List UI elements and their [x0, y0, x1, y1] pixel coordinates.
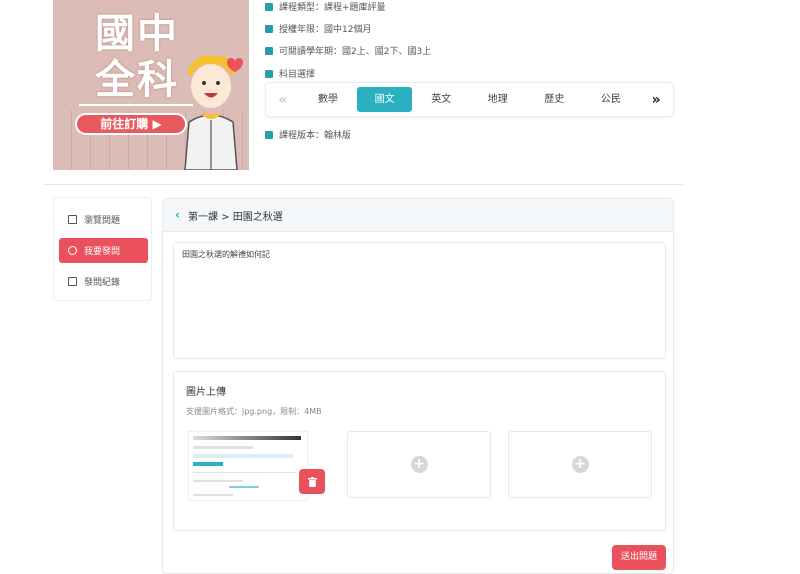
subject-select-row: 科目選擇 — [265, 67, 315, 80]
order-now-button[interactable]: 前往訂購 ▶ — [75, 113, 187, 135]
upload-title: 圖片上傳 — [186, 387, 226, 398]
readable-terms-text: 可閱讀學年期：國2上、國2下、國3上 — [279, 47, 432, 57]
add-image-icon: + — [410, 456, 428, 473]
trash-icon — [307, 477, 317, 487]
page: 國中 全科 前往訂購 ▶ 課程類型：課程+題庫評量 授權年限：國中12個月 可閱… — [0, 0, 800, 574]
subject-tab-english[interactable]: 英文 — [413, 87, 469, 112]
course-version-text: 課程版本：翰林版 — [279, 131, 352, 141]
image-upload-slot-3[interactable]: + — [508, 431, 652, 498]
book-icon — [265, 46, 273, 55]
sidebar-item-history[interactable]: 發問紀錄 — [59, 269, 148, 294]
image-upload-section: 圖片上傳 支援圖片格式：jpg.png，限制：4MB + + — [173, 371, 666, 531]
add-image-icon: + — [571, 456, 589, 473]
subject-select-label: 科目選擇 — [279, 70, 316, 80]
version-icon — [265, 130, 273, 139]
course-type-text: 課程類型：課程+題庫評量 — [279, 3, 386, 13]
back-chevron-icon[interactable]: ‹ — [175, 208, 180, 222]
subject-prev-icon[interactable]: « — [266, 92, 300, 108]
calendar-icon — [265, 24, 273, 33]
course-type-row: 課程類型：課程+題庫評量 — [265, 0, 386, 13]
course-version-row: 課程版本：翰林版 — [265, 128, 351, 141]
sidebar-item-browse[interactable]: 瀏覽問題 — [59, 207, 148, 232]
uploaded-image-thumbnail[interactable] — [188, 431, 308, 501]
subject-tab-history[interactable]: 歷史 — [527, 87, 583, 112]
license-period-text: 授權年限：國中12個月 — [279, 25, 372, 35]
license-period-row: 授權年限：國中12個月 — [265, 22, 371, 35]
upload-hint: 支援圖片格式：jpg.png，限制：4MB — [186, 407, 322, 416]
mascot-illustration — [184, 55, 243, 170]
subject-tab-geography[interactable]: 地理 — [470, 87, 526, 112]
subject-selector: « 數學 國文 英文 地理 歷史 公民 » — [265, 82, 674, 117]
delete-image-button[interactable] — [299, 469, 325, 494]
sidebar-item-ask[interactable]: 我要發問 — [59, 238, 148, 263]
qa-sidebar: 瀏覽問題 我要發問 發問紀錄 — [53, 197, 152, 301]
question-textarea[interactable]: 田園之秋選的解禮如何記 — [173, 242, 666, 359]
subject-tab-chinese[interactable]: 國文 — [356, 87, 413, 112]
subject-tab-math[interactable]: 數學 — [300, 87, 356, 112]
readable-terms-row: 可閱讀學年期：國2上、國2下、國3上 — [265, 44, 431, 57]
sidebar-item-label: 發問紀錄 — [84, 278, 121, 288]
list-icon — [68, 277, 77, 286]
shapes-icon — [265, 69, 273, 78]
subject-tab-civics[interactable]: 公民 — [583, 87, 639, 112]
submit-question-button[interactable]: 送出問題 — [612, 545, 666, 570]
subject-next-icon[interactable]: » — [639, 92, 673, 108]
panel-header: ‹ 第一課 > 田園之秋選 — [163, 199, 673, 232]
section-divider — [43, 184, 683, 185]
question-icon — [68, 246, 77, 255]
sidebar-item-label: 我要發問 — [84, 247, 121, 257]
ask-question-panel: ‹ 第一課 > 田園之秋選 田園之秋選的解禮如何記 圖片上傳 支援圖片格式：jp… — [162, 198, 674, 574]
image-upload-slot-2[interactable]: + — [347, 431, 491, 498]
browse-icon — [68, 215, 77, 224]
promo-banner[interactable]: 國中 全科 前往訂購 ▶ — [53, 0, 249, 170]
breadcrumb: 第一課 > 田園之秋選 — [187, 211, 283, 223]
sidebar-item-label: 瀏覽問題 — [84, 216, 121, 226]
course-type-icon — [265, 2, 273, 11]
